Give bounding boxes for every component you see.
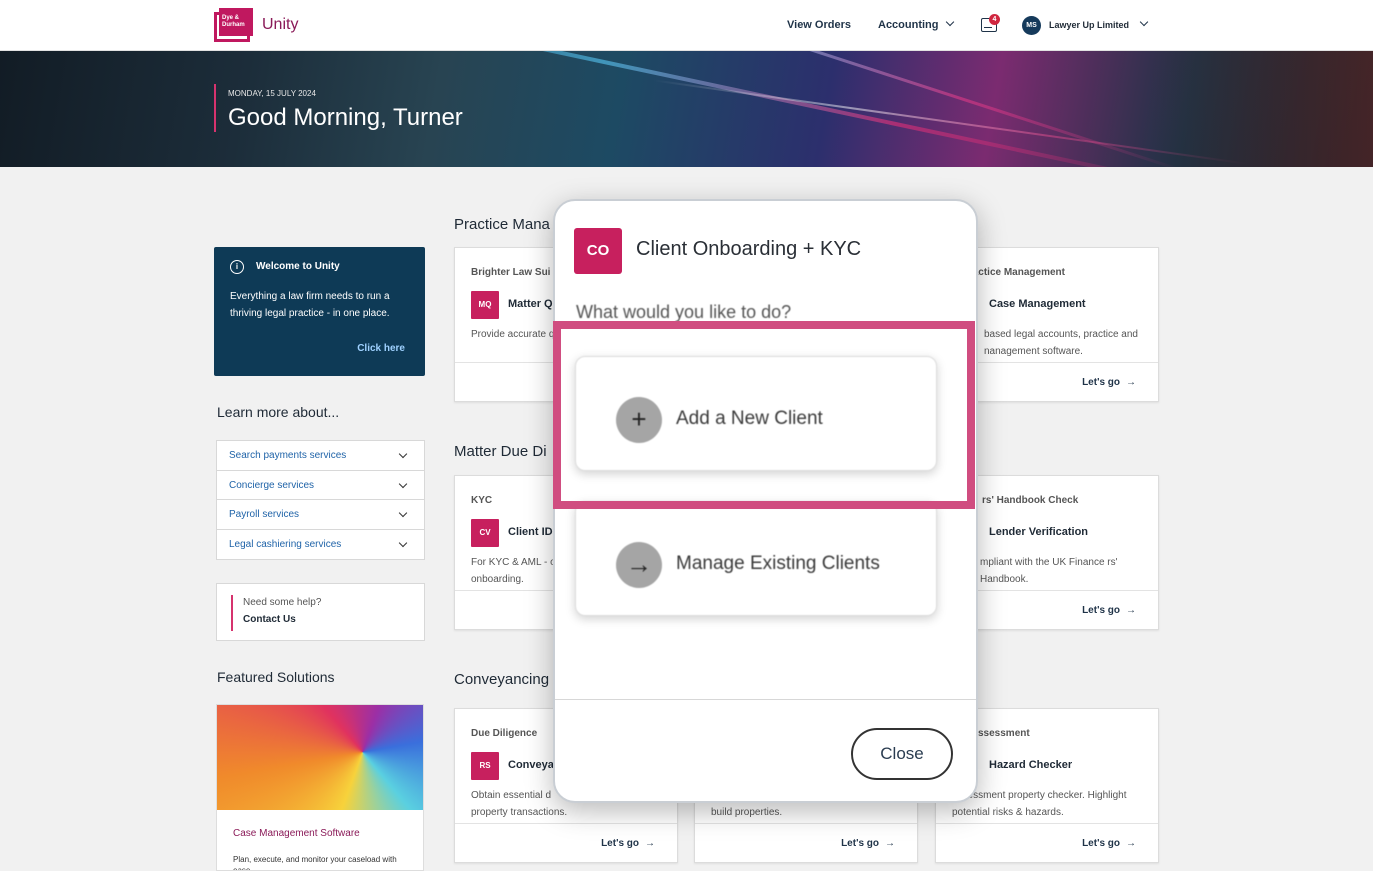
card-desc: mpliant with the UK Finance rs' Handbook… — [980, 557, 1118, 585]
modal-title: Client Onboarding + KYC — [636, 238, 862, 260]
card-title: Conveya — [508, 759, 554, 771]
accordion-label: Search payments services — [229, 450, 347, 461]
featured-card[interactable]: Case Management Software Plan, execute, … — [216, 704, 424, 871]
chevron-down-icon — [398, 449, 408, 459]
section-practice-management: Practice Mana — [454, 216, 550, 233]
modal-product-icon: CO — [574, 228, 622, 274]
accordion-item-legal-cashiering[interactable]: Legal cashiering services — [217, 530, 424, 560]
arrow-right-icon: → — [616, 542, 662, 588]
nav-accounting[interactable]: Accounting — [878, 17, 954, 31]
lets-go-label: Let's go — [841, 838, 879, 849]
section-conveyancing: Conveyancing — [454, 671, 550, 688]
notification-badge: 4 — [989, 14, 1000, 25]
accordion-label: Legal cashiering services — [229, 538, 342, 550]
card-icon: RS — [471, 752, 499, 780]
card-desc: based legal accounts, practice and nanag… — [984, 329, 1138, 357]
dye-durham-logo[interactable]: Dye & Durham — [214, 8, 254, 43]
account-menu[interactable]: Lawyer Up Limited — [1049, 17, 1149, 30]
card-icon: MQ — [471, 291, 499, 319]
account-name: Lawyer Up Limited — [1049, 20, 1130, 30]
card-subtitle: Due Diligence — [471, 728, 538, 739]
chevron-down-icon — [945, 17, 954, 27]
lets-go-link[interactable]: Let's go → — [841, 838, 895, 849]
option-label: Manage Existing Clients — [676, 553, 880, 574]
lets-go-label: Let's go — [1082, 377, 1120, 388]
contact-us-link[interactable]: Contact Us — [243, 614, 296, 625]
chevron-down-icon — [398, 538, 408, 547]
help-box[interactable]: Need some help? Contact Us — [216, 583, 425, 641]
card-subtitle: rs' Handbook Check — [982, 495, 1079, 506]
featured-name[interactable]: Case Management Software — [233, 828, 360, 839]
arrow-right-icon: → — [1126, 605, 1136, 616]
arrow-right-icon: → — [645, 838, 655, 849]
modal-question: What would you like to do? — [576, 302, 792, 322]
accordion-label: Payroll services — [229, 509, 300, 520]
card-desc: build properties. — [711, 807, 783, 818]
brand-name: Unity — [262, 16, 299, 33]
add-new-client-option[interactable]: + Add a New Client — [575, 356, 937, 471]
chevron-down-icon — [398, 479, 408, 488]
learn-more-accordion: Search payments services Concierge servi… — [216, 440, 425, 560]
featured-desc: Plan, execute, and monitor your caseload… — [233, 855, 397, 871]
card-title: Matter Q — [508, 298, 553, 310]
accordion-item-search-payments[interactable]: Search payments services — [217, 441, 424, 471]
accordion-item-payroll[interactable]: Payroll services — [217, 500, 424, 530]
arrow-right-icon: → — [1126, 377, 1136, 388]
plus-icon: + — [616, 397, 662, 443]
card-icon: CV — [471, 519, 499, 547]
lets-go-label: Let's go — [1082, 838, 1120, 849]
lets-go-link[interactable]: Let's go → — [1082, 377, 1136, 388]
card-desc: assessment property checker. Highlight p… — [952, 790, 1127, 818]
chevron-down-icon — [398, 508, 408, 518]
avatar[interactable]: MS — [1022, 16, 1041, 35]
hero-accent-bar — [214, 84, 216, 132]
accordion-label: Concierge services — [229, 479, 315, 491]
welcome-panel: i Welcome to Unity Everything a law firm… — [214, 247, 425, 376]
hero-greeting: Good Morning, Turner — [228, 104, 463, 131]
hero-date: MONDAY, 15 JULY 2024 — [228, 89, 316, 98]
welcome-click-here-link[interactable]: Click here — [357, 343, 405, 354]
card-title: Hazard Checker — [989, 759, 1073, 771]
lets-go-label: Let's go — [1082, 605, 1120, 616]
section-matter-due-diligence: Matter Due Di — [454, 443, 547, 460]
welcome-body: Everything a law firm needs to run a thr… — [230, 291, 390, 319]
option-label: Add a New Client — [676, 408, 823, 429]
card-title: Lender Verification — [989, 526, 1089, 538]
modal-footer-divider — [555, 699, 976, 700]
learn-more-title: Learn more about... — [217, 404, 340, 420]
nav-accounting-label: Accounting — [878, 19, 939, 31]
chevron-down-icon — [1139, 17, 1149, 27]
nav-view-orders[interactable]: View Orders — [787, 19, 851, 31]
top-navbar: Dye & Durham Unity View Orders Accountin… — [0, 0, 1373, 51]
card-title: Client ID — [508, 526, 553, 538]
manage-existing-clients-option[interactable]: → Manage Existing Clients — [575, 501, 937, 616]
hero-banner: MONDAY, 15 JULY 2024 Good Morning, Turne… — [0, 51, 1373, 167]
welcome-title: Welcome to Unity — [256, 261, 340, 272]
featured-image — [217, 705, 423, 810]
info-icon: i — [230, 260, 244, 274]
arrow-right-icon: → — [1126, 838, 1136, 849]
card-subtitle: Brighter Law Sui — [471, 267, 551, 278]
help-question: Need some help? — [243, 597, 322, 608]
lets-go-link[interactable]: Let's go → — [1082, 605, 1136, 616]
arrow-right-icon: → — [885, 838, 895, 849]
card-subtitle: ssessment — [978, 728, 1030, 739]
close-button[interactable]: Close — [851, 728, 953, 780]
lets-go-label: Let's go — [601, 838, 639, 849]
lets-go-link[interactable]: Let's go → — [1082, 838, 1136, 849]
client-onboarding-modal: CO Client Onboarding + KYC What would yo… — [553, 199, 978, 803]
lets-go-link[interactable]: Let's go → — [601, 838, 655, 849]
card-title: Case Management — [989, 298, 1086, 310]
accordion-item-concierge[interactable]: Concierge services — [217, 471, 424, 500]
card-subtitle: KYC — [471, 495, 493, 506]
help-accent-bar — [231, 595, 233, 631]
featured-title: Featured Solutions — [217, 669, 335, 685]
